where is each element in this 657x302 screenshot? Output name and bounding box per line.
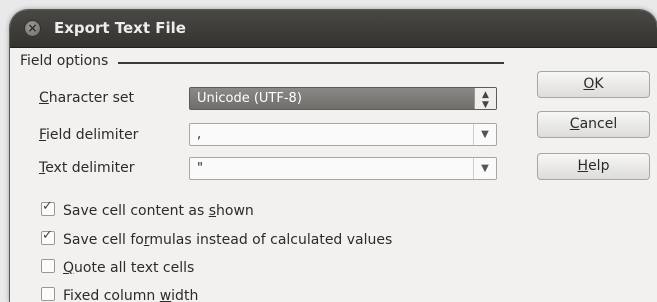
ok-button[interactable]: OK bbox=[537, 71, 650, 98]
field-delimiter-combo[interactable]: , ▼ bbox=[189, 123, 497, 146]
export-text-file-dialog: × Export Text File Field options Charact… bbox=[10, 10, 657, 302]
close-icon[interactable]: × bbox=[24, 20, 41, 37]
titlebar[interactable]: × Export Text File bbox=[10, 10, 657, 48]
frame-divider bbox=[118, 62, 504, 64]
character-set-value: Unicode (UTF-8) bbox=[197, 91, 302, 106]
field-delimiter-label: Field delimiter bbox=[39, 127, 139, 143]
checkbox-icon[interactable] bbox=[41, 199, 55, 216]
save-cell-formulas-checkbox[interactable]: Save cell formulas instead of calculated… bbox=[41, 228, 392, 248]
field-options-label: Field options bbox=[20, 53, 109, 69]
text-delimiter-value: " bbox=[197, 161, 203, 176]
character-set-select[interactable]: Unicode (UTF-8) ▲ ▼ bbox=[189, 87, 497, 110]
field-delimiter-value: , bbox=[197, 127, 202, 142]
checkbox-icon[interactable] bbox=[41, 228, 55, 245]
spin-arrows-icon[interactable]: ▲ ▼ bbox=[474, 88, 496, 110]
help-button[interactable]: Help bbox=[537, 153, 650, 180]
dialog-content: Field options Character set Unicode (UTF… bbox=[10, 47, 657, 302]
chevron-down-icon[interactable]: ▼ bbox=[473, 124, 496, 145]
save-cell-content-as-shown-checkbox[interactable]: Save cell content as shown bbox=[41, 199, 254, 219]
checkbox-icon[interactable] bbox=[41, 259, 55, 273]
checkbox-icon[interactable] bbox=[41, 287, 55, 301]
cancel-button[interactable]: Cancel bbox=[537, 111, 650, 138]
quote-all-text-cells-checkbox[interactable]: Quote all text cells bbox=[41, 259, 194, 276]
character-set-label: Character set bbox=[39, 90, 134, 106]
chevron-down-icon[interactable]: ▼ bbox=[473, 158, 496, 179]
text-delimiter-label: Text delimiter bbox=[39, 160, 135, 176]
dialog-title: Export Text File bbox=[54, 19, 186, 37]
fixed-column-width-checkbox[interactable]: Fixed column width bbox=[41, 287, 198, 302]
text-delimiter-combo[interactable]: " ▼ bbox=[189, 157, 497, 180]
